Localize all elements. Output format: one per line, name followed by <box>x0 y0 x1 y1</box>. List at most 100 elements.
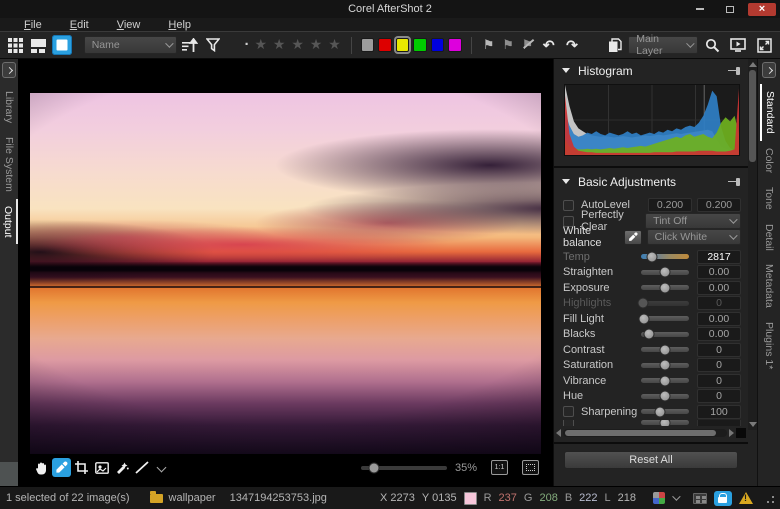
horizontal-scrollbar[interactable] <box>556 428 746 438</box>
label-swatch-red[interactable] <box>378 38 392 52</box>
exposure-slider-thumb[interactable] <box>660 282 671 293</box>
folder-name[interactable]: wallpaper <box>169 492 216 504</box>
sharpening-slider-thumb[interactable] <box>655 406 666 417</box>
resize-grip[interactable] <box>764 493 774 503</box>
contrast-slider-thumb[interactable] <box>660 344 671 355</box>
pan-tool-button[interactable] <box>32 458 51 477</box>
autolevel-value-1[interactable]: 0.200 <box>648 198 692 212</box>
redeye-tool-button[interactable] <box>92 458 111 477</box>
white-balance-dropdown[interactable]: Click White <box>647 229 741 245</box>
star-rating-2[interactable] <box>272 36 286 54</box>
label-swatch-blue[interactable] <box>431 38 445 52</box>
zoom-slider-thumb[interactable] <box>368 462 379 473</box>
tab-detail[interactable]: Detail <box>761 217 777 258</box>
white-balance-dropper-tool-button[interactable] <box>52 458 71 477</box>
temp-slider-thumb[interactable] <box>646 251 657 262</box>
hscroll-thumb[interactable] <box>565 430 716 436</box>
scroll-down-arrow-icon[interactable] <box>749 422 757 427</box>
sharpening-value[interactable]: 100 <box>697 405 741 419</box>
layer-dropdown[interactable]: Main Layer <box>628 36 698 54</box>
vibrance-value[interactable]: 0 <box>697 374 741 388</box>
flag-clear-icon[interactable] <box>520 36 535 54</box>
menu-view[interactable]: View <box>103 19 155 31</box>
pin-icon[interactable] <box>728 178 740 186</box>
lock-button[interactable] <box>714 491 732 506</box>
blacks-slider-track[interactable] <box>641 332 689 337</box>
sharpening-checkbox[interactable] <box>563 406 574 417</box>
tint-dropdown[interactable]: Tint Off <box>645 213 741 229</box>
collapse-triangle-icon[interactable] <box>562 68 570 73</box>
highlights-slider-track[interactable] <box>641 301 689 306</box>
tab-output[interactable]: Output <box>0 199 18 245</box>
filter-button[interactable] <box>204 35 223 55</box>
tab-library[interactable]: Library <box>1 84 17 130</box>
warning-icon[interactable] <box>739 492 753 504</box>
tab-tone[interactable]: Tone <box>761 180 777 217</box>
scroll-up-arrow-icon[interactable] <box>749 62 757 67</box>
autolevel-value-2[interactable]: 0.200 <box>697 198 741 212</box>
checkbox[interactable] <box>563 420 574 426</box>
pin-icon[interactable] <box>728 67 740 75</box>
temp-slider-track[interactable] <box>641 254 689 259</box>
star-rating-1[interactable] <box>254 36 268 54</box>
star-rating-3[interactable] <box>290 36 304 54</box>
vscroll-thumb[interactable] <box>749 70 756 162</box>
tab-file-system[interactable]: File System <box>1 130 17 199</box>
panel-resize-grip[interactable] <box>0 462 18 486</box>
right-panel-collapse-button[interactable] <box>762 62 776 78</box>
exposure-value[interactable]: 0.00 <box>697 281 741 295</box>
vibrance-slider-track[interactable] <box>641 378 689 383</box>
tab-metadata[interactable]: Metadata <box>761 257 777 315</box>
highlights-value[interactable]: 0 <box>697 296 741 310</box>
maximize-button[interactable] <box>718 3 742 16</box>
collapse-triangle-icon[interactable] <box>562 179 570 184</box>
menu-file[interactable]: File <box>10 19 56 31</box>
vibrance-slider-thumb[interactable] <box>660 375 671 386</box>
contrast-value[interactable]: 0 <box>697 343 741 357</box>
basic-adjustments-header[interactable]: Basic Adjustments <box>554 170 748 193</box>
hscroll-track[interactable] <box>563 429 727 437</box>
autolevel-checkbox[interactable] <box>563 200 574 211</box>
proof-icon[interactable] <box>693 493 707 504</box>
exposure-slider-track[interactable] <box>641 285 689 290</box>
label-swatch-gray[interactable] <box>361 38 375 52</box>
tab-plugins[interactable]: Plugins 1* <box>761 315 777 376</box>
straighten-slider-thumb[interactable] <box>660 267 671 278</box>
highlights-slider-thumb[interactable] <box>637 298 648 309</box>
crop-tool-button[interactable] <box>72 458 91 477</box>
rating-none-dot[interactable] <box>245 36 250 54</box>
menu-help[interactable]: Help <box>154 19 205 31</box>
flag-reject-icon[interactable] <box>500 36 515 54</box>
fit-to-window-button[interactable] <box>522 460 539 475</box>
close-button[interactable] <box>748 3 776 16</box>
label-swatch-green[interactable] <box>413 38 427 52</box>
scroll-right-arrow-icon[interactable] <box>729 429 734 437</box>
label-swatch-magenta[interactable] <box>448 38 462 52</box>
vertical-scrollbar[interactable] <box>748 59 757 430</box>
menu-edit[interactable]: Edit <box>56 19 103 31</box>
straighten-value[interactable]: 0.00 <box>697 265 741 279</box>
tool-options-chevron-icon[interactable] <box>157 463 167 473</box>
single-image-view-button[interactable] <box>52 35 71 55</box>
fill light-slider-track[interactable] <box>641 316 689 321</box>
layers-button[interactable] <box>605 35 624 55</box>
scroll-left-arrow-icon[interactable] <box>556 429 561 437</box>
blacks-slider-thumb[interactable] <box>643 329 654 340</box>
slider-track[interactable] <box>641 420 689 425</box>
filmstrip-view-button[interactable] <box>29 35 48 55</box>
contrast-slider-track[interactable] <box>641 347 689 352</box>
star-rating-5[interactable] <box>327 36 341 54</box>
sharpening-slider-track[interactable] <box>641 409 689 414</box>
fill light-slider-thumb[interactable] <box>638 313 649 324</box>
reset-all-button[interactable]: Reset All <box>564 451 738 469</box>
histogram-header[interactable]: Histogram <box>554 59 748 82</box>
undo-button[interactable] <box>539 35 558 55</box>
slider-thumb[interactable] <box>660 420 671 426</box>
temp-value[interactable]: 2817 <box>697 250 741 264</box>
left-panel-expand-button[interactable] <box>2 62 16 78</box>
straighten-slider-track[interactable] <box>641 270 689 275</box>
redo-button[interactable] <box>562 35 581 55</box>
search-button[interactable] <box>702 35 722 55</box>
hue-slider-thumb[interactable] <box>660 391 671 402</box>
fullscreen-button[interactable] <box>754 35 774 55</box>
